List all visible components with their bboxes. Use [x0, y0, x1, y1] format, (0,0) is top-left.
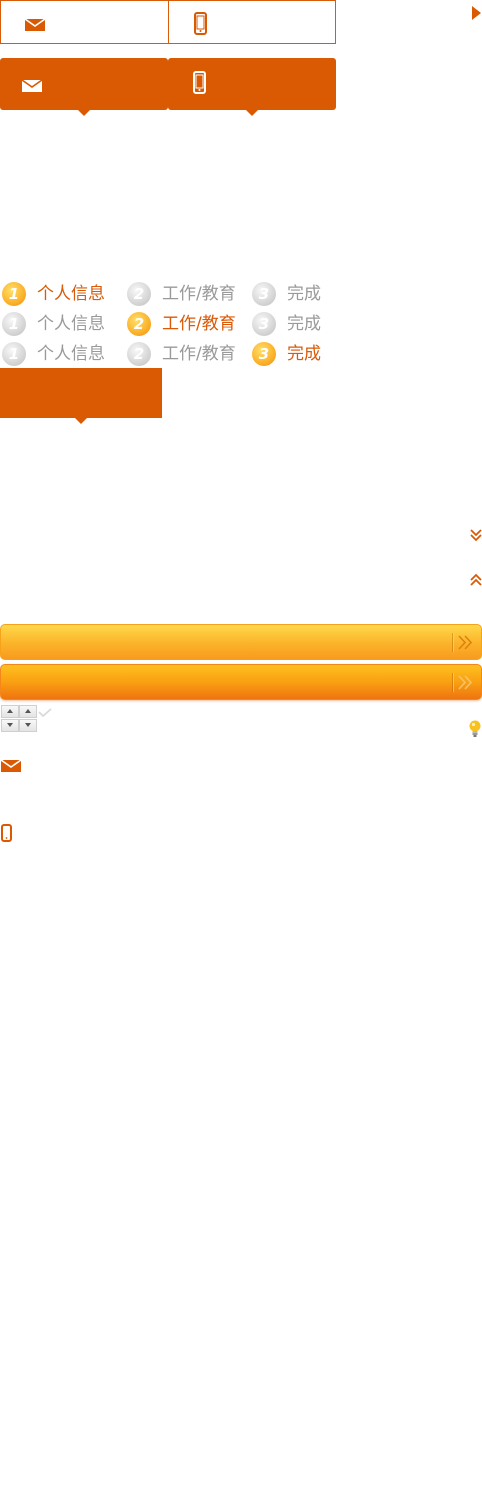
step-number-badge: 1	[2, 312, 26, 336]
phone-icon	[194, 12, 207, 39]
phone-tab-active[interactable]	[168, 58, 336, 110]
step-number-badge: 2	[127, 342, 151, 366]
double-chevron-up-icon[interactable]	[470, 572, 482, 586]
phone-icon	[1, 824, 12, 846]
phone-icon	[193, 71, 206, 98]
stepper-row-2: 1 个人信息 2 工作/教育 3 完成	[0, 309, 340, 339]
mail-icon	[21, 78, 43, 97]
double-chevron-right-icon	[457, 674, 473, 691]
stepper-row-3: 1 个人信息 2 工作/教育 3 完成	[0, 339, 340, 369]
step-label: 工作/教育	[162, 314, 236, 334]
check-icon	[38, 703, 52, 722]
step-label: 完成	[287, 314, 321, 334]
spin-up-icon	[7, 709, 13, 713]
spin-down-icon	[25, 723, 31, 727]
step-number-badge: 1	[2, 282, 26, 306]
spin-up-icon	[25, 709, 31, 713]
mail-tab-active[interactable]	[0, 58, 168, 110]
spin-up-button[interactable]	[19, 705, 37, 718]
step-number-badge: 2	[127, 282, 151, 306]
step-number-badge: 2	[127, 312, 151, 336]
lightbulb-icon	[469, 720, 481, 742]
step-label: 完成	[287, 284, 321, 304]
step-label: 工作/教育	[162, 284, 236, 304]
yellow-action-bar[interactable]	[0, 624, 482, 660]
caret-right-icon[interactable]	[472, 5, 481, 24]
step-label: 个人信息	[37, 314, 105, 334]
mail-icon	[24, 17, 46, 36]
spin-down-button[interactable]	[1, 719, 19, 732]
tooltip-pointer	[74, 417, 88, 424]
bar-separator	[452, 633, 454, 652]
stepper-row-1: 1 个人信息 2 工作/教育 3 完成	[0, 279, 340, 309]
spin-down-icon	[7, 723, 13, 727]
spin-down-button[interactable]	[19, 719, 37, 732]
double-chevron-right-icon	[457, 634, 473, 651]
bar-separator	[452, 673, 454, 692]
double-chevron-down-icon[interactable]	[470, 527, 482, 542]
mail-tab-outline[interactable]	[0, 0, 169, 44]
step-number-badge: 3	[252, 282, 276, 306]
phone-tab-pointer	[245, 109, 259, 116]
step-number-badge: 3	[252, 342, 276, 366]
step-label: 个人信息	[37, 284, 105, 304]
step-label: 完成	[287, 344, 321, 364]
mail-tab-pointer	[77, 109, 91, 116]
mail-icon	[0, 758, 22, 777]
step-label: 个人信息	[37, 344, 105, 364]
spin-up-button[interactable]	[1, 705, 19, 718]
step-number-badge: 1	[2, 342, 26, 366]
orange-tooltip-block	[0, 368, 162, 418]
step-label: 工作/教育	[162, 344, 236, 364]
phone-tab-outline[interactable]	[168, 0, 336, 44]
step-number-badge: 3	[252, 312, 276, 336]
orange-action-bar[interactable]	[0, 664, 482, 700]
